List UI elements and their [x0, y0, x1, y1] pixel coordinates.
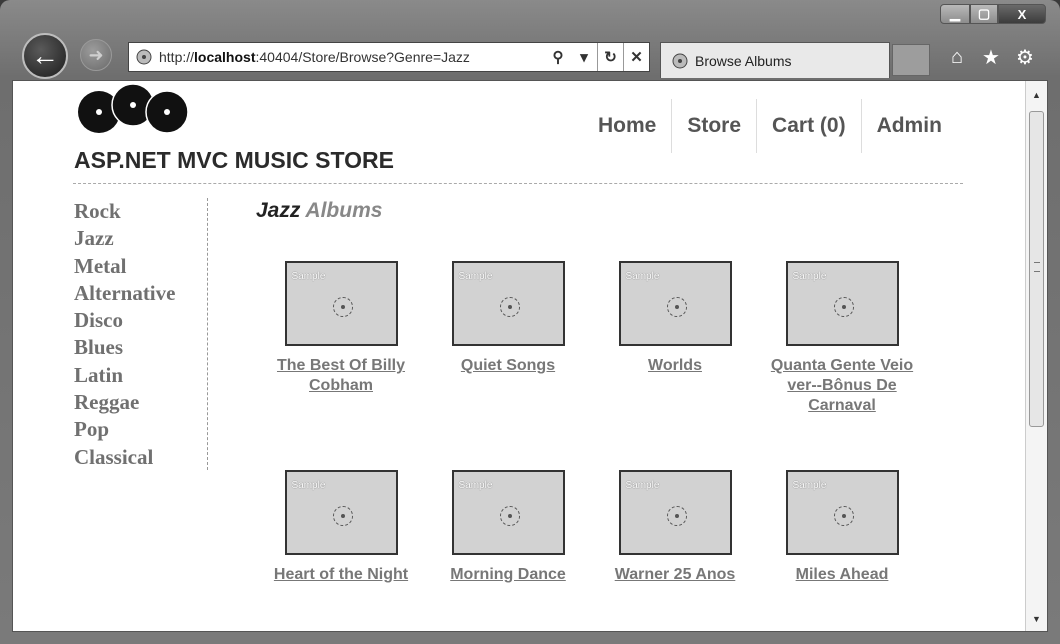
- album-title-link[interactable]: Heart of the Night: [261, 565, 421, 585]
- genre-jazz[interactable]: Jazz: [74, 225, 207, 252]
- home-icon[interactable]: ⌂: [944, 44, 970, 70]
- new-tab-button[interactable]: [892, 44, 930, 76]
- maximize-button[interactable]: ▢: [970, 4, 998, 24]
- site-title: ASP.NET MVC MUSIC STORE: [74, 147, 394, 173]
- album-art[interactable]: Sample: [785, 470, 899, 555]
- album-title-link[interactable]: Warner 25 Anos: [595, 565, 755, 585]
- album-title-link[interactable]: Morning Dance: [428, 565, 588, 585]
- nav-cart[interactable]: Cart (0): [756, 99, 861, 153]
- vertical-scrollbar[interactable]: ▲ ▼: [1025, 81, 1047, 631]
- genre-blues[interactable]: Blues: [74, 334, 207, 361]
- header-divider: [73, 183, 963, 184]
- genre-menu: Rock Jazz Metal Alternative Disco Blues …: [74, 198, 208, 470]
- album-title-link[interactable]: The Best Of Billy Cobham: [261, 356, 421, 396]
- disc-icon: [833, 297, 854, 317]
- disc-icon: [499, 297, 520, 317]
- genre-alternative[interactable]: Alternative: [74, 280, 207, 307]
- album-card: Sample Warner 25 Anos: [595, 470, 755, 585]
- genre-disco[interactable]: Disco: [74, 307, 207, 334]
- minimize-button[interactable]: ▁: [940, 4, 970, 24]
- disc-icon: [666, 297, 687, 317]
- album-title-link[interactable]: Miles Ahead: [762, 565, 922, 585]
- album-card: Sample Miles Ahead: [762, 470, 922, 585]
- arrow-right-icon: ➜: [88, 44, 104, 65]
- scrollbar-thumb[interactable]: [1029, 111, 1044, 427]
- site-logo[interactable]: [75, 83, 191, 137]
- back-button[interactable]: ←: [22, 33, 68, 79]
- genre-latin[interactable]: Latin: [74, 362, 207, 389]
- page-title: Jazz Albums: [256, 199, 383, 222]
- browser-window: ▁ ▢ X ← ➜ http://localhost:40404/Store/B…: [0, 0, 1060, 644]
- disc-icon: [499, 506, 520, 526]
- nav-home[interactable]: Home: [583, 99, 671, 153]
- album-title-link[interactable]: Worlds: [595, 356, 755, 376]
- genre-reggae[interactable]: Reggae: [74, 389, 207, 416]
- album-art[interactable]: Sample: [284, 261, 398, 346]
- search-icon[interactable]: ⚲: [545, 43, 571, 71]
- main-nav: Home Store Cart (0) Admin: [583, 99, 957, 153]
- album-card: Sample Quiet Songs: [428, 261, 588, 376]
- album-card: Sample The Best Of Billy Cobham: [261, 261, 421, 396]
- window-controls: ▁ ▢ X: [940, 4, 1046, 24]
- scroll-down-arrow-icon[interactable]: ▼: [1026, 609, 1047, 629]
- genre-rock[interactable]: Rock: [74, 198, 207, 225]
- album-title-link[interactable]: Quanta Gente Veio ver--Bônus De Carnaval: [762, 356, 922, 416]
- album-art[interactable]: Sample: [618, 470, 732, 555]
- tab-label: Browse Albums: [695, 52, 792, 69]
- album-title-link[interactable]: Quiet Songs: [428, 356, 588, 376]
- album-art[interactable]: Sample: [785, 261, 899, 346]
- disc-icon: [332, 297, 353, 317]
- disc-icon: [332, 506, 353, 526]
- arrow-left-icon: ←: [31, 40, 59, 71]
- album-art[interactable]: Sample: [284, 470, 398, 555]
- disc-icon: [666, 506, 687, 526]
- album-art[interactable]: Sample: [618, 261, 732, 346]
- genre-pop[interactable]: Pop: [74, 416, 207, 443]
- page-favicon-icon: [136, 49, 152, 65]
- url-text[interactable]: http://localhost:40404/Store/Browse?Genr…: [159, 49, 545, 65]
- nav-admin[interactable]: Admin: [860, 99, 957, 153]
- album-card: Sample Quanta Gente Veio ver--Bônus De C…: [762, 261, 922, 416]
- scroll-up-arrow-icon[interactable]: ▲: [1026, 85, 1047, 105]
- tab-favicon-icon: [672, 53, 688, 68]
- genre-metal[interactable]: Metal: [74, 253, 207, 280]
- address-bar[interactable]: http://localhost:40404/Store/Browse?Genr…: [128, 42, 650, 72]
- favorites-star-icon[interactable]: ★: [978, 44, 1004, 70]
- dropdown-icon[interactable]: ▾: [571, 43, 597, 71]
- disc-icon: [833, 506, 854, 526]
- stop-icon[interactable]: ✕: [623, 43, 649, 71]
- album-card: Sample Worlds: [595, 261, 755, 376]
- tab-browse-albums[interactable]: Browse Albums: [660, 42, 890, 78]
- album-card: Sample Heart of the Night: [261, 470, 421, 585]
- album-card: Sample Morning Dance: [428, 470, 588, 585]
- gear-icon[interactable]: ⚙: [1012, 44, 1038, 70]
- album-art[interactable]: Sample: [451, 261, 565, 346]
- close-window-button[interactable]: X: [998, 4, 1046, 24]
- refresh-icon[interactable]: ↻: [597, 43, 623, 71]
- genre-classical[interactable]: Classical: [74, 444, 207, 471]
- page-viewport: ASP.NET MVC MUSIC STORE Home Store Cart …: [12, 80, 1048, 632]
- album-art[interactable]: Sample: [451, 470, 565, 555]
- nav-store[interactable]: Store: [671, 99, 756, 153]
- forward-button[interactable]: ➜: [80, 39, 112, 71]
